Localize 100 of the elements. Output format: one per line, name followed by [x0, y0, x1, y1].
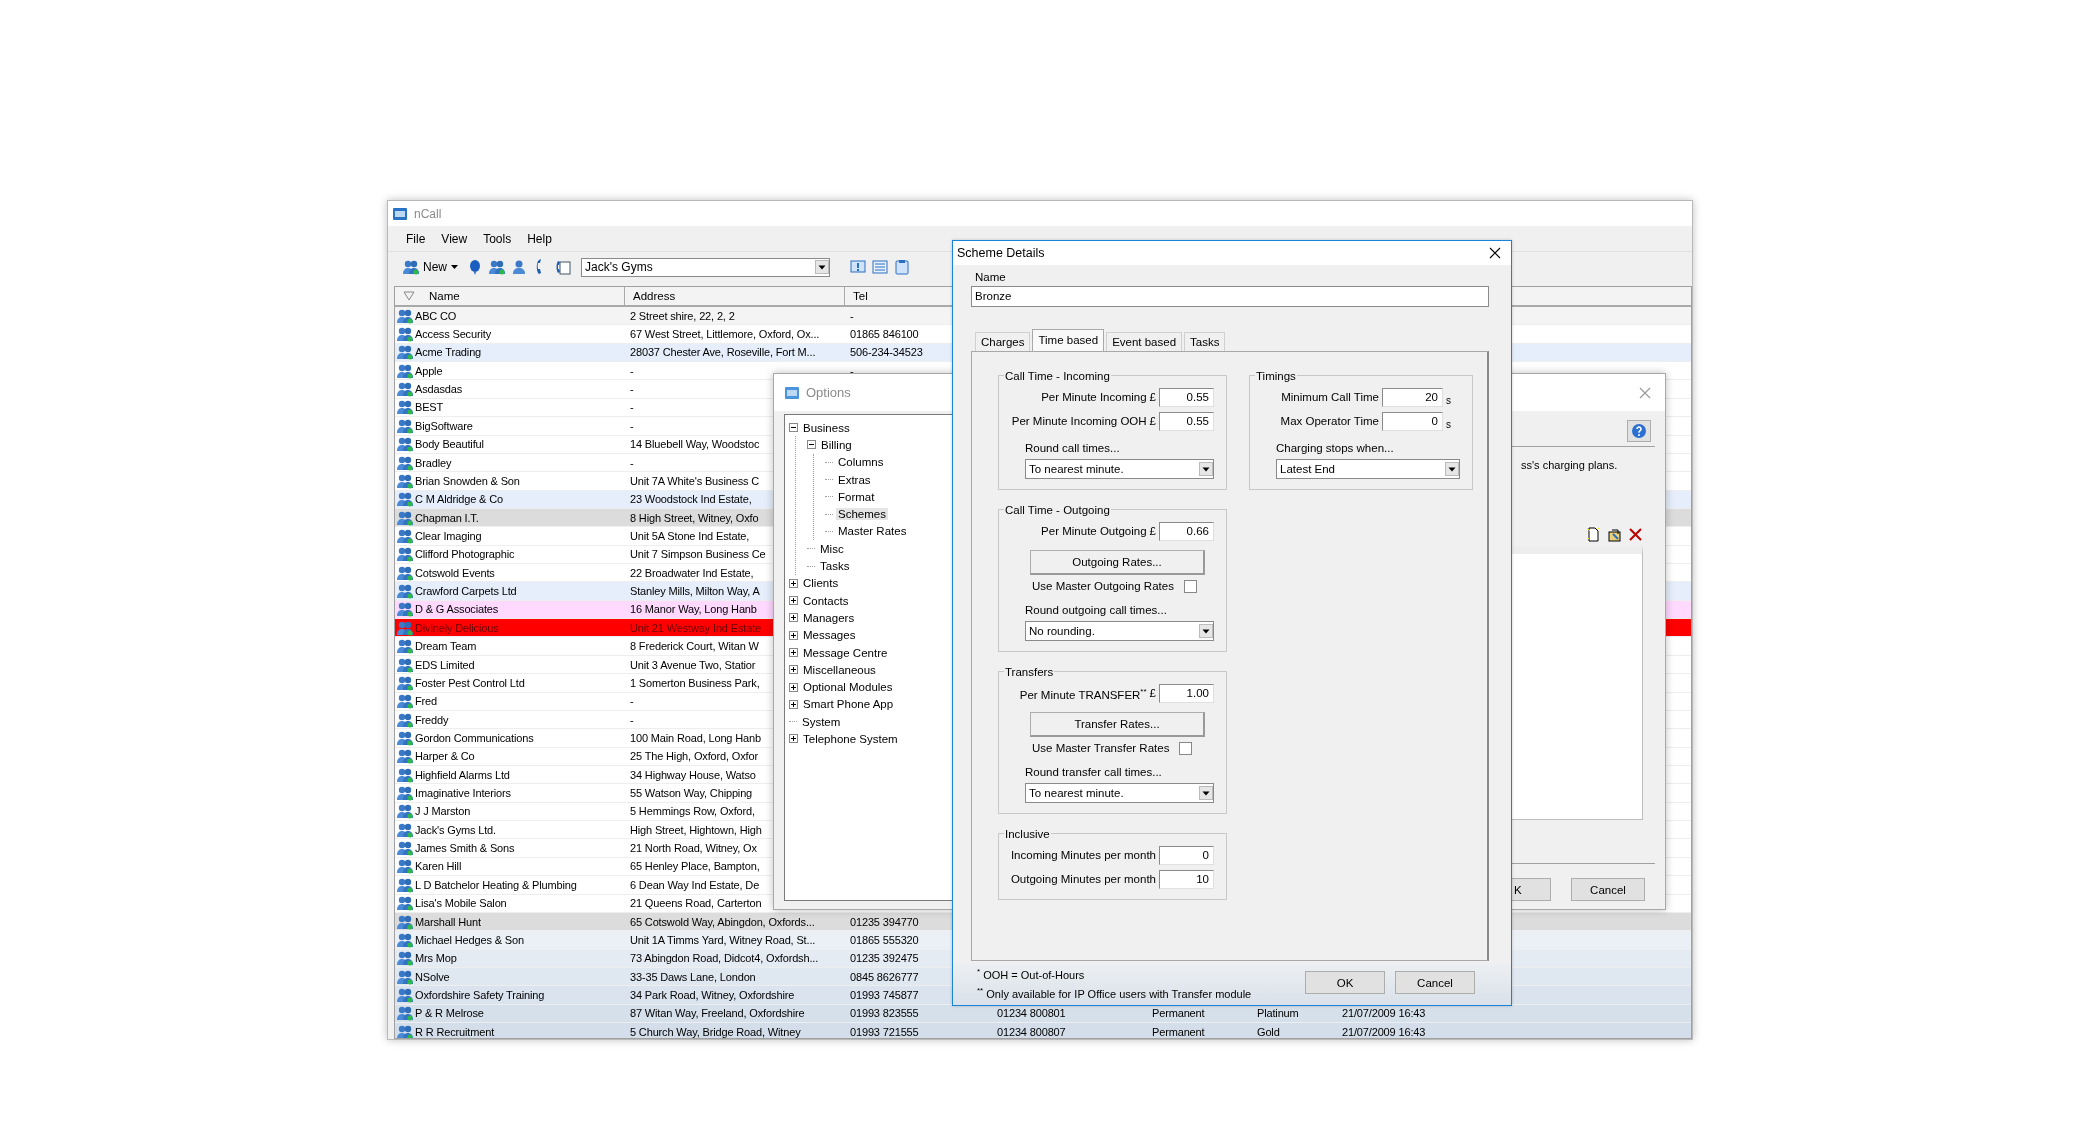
table-cell: Permanent	[1152, 1025, 1205, 1038]
table-cell: 21/07/2009 16:43	[1342, 1007, 1426, 1020]
table-cell: BigSoftware	[415, 419, 473, 432]
table-cell: 16 Manor Way, Long Hanb	[630, 603, 757, 616]
table-cell: -	[630, 456, 634, 469]
table-cell: C M Aldridge & Co	[415, 493, 503, 506]
table-cell: P & R Melrose	[415, 1007, 484, 1020]
table-cell: 21 North Road, Witney, Ox	[630, 842, 757, 855]
table-cell: Oxfordshire Safety Training	[415, 988, 545, 1001]
dialog-title: Scheme Details	[957, 245, 1045, 260]
footnote: $^{**}$ Only available for IP Office users with Transfer module	[977, 984, 1252, 1002]
table-cell: 34 Park Road, Witney, Oxfordshire	[630, 988, 795, 1001]
field-label: Charging stops when...	[1275, 441, 1395, 454]
table-cell: -	[630, 401, 634, 414]
currency-sign: £	[1149, 525, 1156, 538]
table-cell: 34 Highway House, Watso	[630, 768, 756, 781]
table-cell: 01993 745877	[850, 988, 919, 1001]
table-cell: 01234 800807	[997, 1025, 1066, 1038]
description-text: ss's charging plans.	[1520, 459, 1619, 471]
table-cell: Stanley Mills, Milton Way, A	[630, 585, 760, 598]
table-cell: Fred	[415, 695, 438, 708]
table-cell: Jack's Gyms Ltd.	[415, 823, 496, 836]
table-cell: 65 Henley Place, Bampton,	[630, 860, 760, 873]
table-cell: Chapman I.T.	[415, 511, 479, 524]
group-title: Call Time - Incoming	[1004, 369, 1111, 382]
field-label: Use Master Outgoing Rates	[1032, 580, 1174, 593]
table-cell: J J Marston	[415, 805, 471, 818]
table-cell: -	[630, 364, 634, 377]
table-cell: Highfield Alarms Ltd	[415, 768, 510, 781]
table-cell: Marshall Hunt	[415, 915, 481, 928]
field-label: Per Minute Incoming OOH	[1011, 415, 1147, 428]
table-cell: 100 Main Road, Long Hanb	[630, 731, 761, 744]
field-label: Max Operator Time	[1280, 415, 1379, 428]
table-cell: 23 Woodstock Ind Estate,	[630, 493, 752, 506]
table-cell: 25 The High, Oxford, Oxfor	[630, 750, 758, 763]
window-title: nCall	[414, 206, 442, 221]
field-label: Round outgoing call times...	[1024, 603, 1168, 616]
table-cell: James Smith & Sons	[415, 842, 515, 855]
table-cell: Unit 1A Timms Yard, Witney Road, St...	[630, 933, 816, 946]
table-cell: Harper & Co	[415, 750, 475, 763]
table-cell: Freddy	[415, 713, 449, 726]
table-cell: -	[630, 695, 634, 708]
field-label: Per Minute Outgoing	[1041, 525, 1147, 538]
field-label: Outgoing Minutes per month	[1010, 873, 1156, 886]
table-cell: Unit 7A White's Business C	[630, 474, 760, 487]
table-cell: 6 Dean Way Ind Estate, De	[630, 878, 760, 891]
table-cell: 01865 555320	[850, 933, 919, 946]
group-title: Timings	[1255, 369, 1297, 382]
table-cell: Karen Hill	[415, 860, 462, 873]
table-cell: Platinum	[1257, 1007, 1299, 1020]
table-cell: 87 Witan Way, Freeland, Oxfordshire	[630, 1007, 805, 1020]
table-cell: -	[850, 309, 854, 322]
table-cell: Lisa's Mobile Salon	[415, 897, 507, 910]
table-cell: Unit 5A Stone Ind Estate,	[630, 530, 750, 542]
table-cell: 01993 823555	[850, 1007, 919, 1020]
table-cell: Acme Trading	[415, 346, 482, 359]
table-cell: R R Recruitment	[415, 1025, 495, 1038]
field-label: Round call times...	[1024, 441, 1121, 454]
field-label: Round transfer call times...	[1024, 765, 1163, 778]
currency-sign: £	[1149, 415, 1156, 428]
table-cell: Permanent	[1152, 1007, 1205, 1020]
field-label: Name	[975, 270, 1007, 283]
table-cell: High Street, Hightown, High	[630, 823, 762, 836]
table-cell: 506-234-34523	[850, 346, 923, 359]
table-cell: 8 Frederick Court, Witan W	[630, 640, 759, 653]
table-cell: Unit 21 Westway Ind Estate	[630, 621, 762, 634]
table-cell: Asdasdas	[415, 383, 463, 396]
table-cell: 55 Watson Way, Chipping	[630, 787, 753, 799]
table-cell: 21/07/2009 16:43	[1342, 1025, 1426, 1038]
table-cell: Gold	[1257, 1025, 1280, 1038]
table-cell: 33-35 Daws Lane, London	[630, 970, 756, 983]
table-cell: 28037 Chester Ave, Roseville, Fort M...	[630, 346, 816, 359]
table-cell: 14 Bluebell Way, Woodstoc	[630, 438, 760, 451]
table-cell: BEST	[415, 401, 444, 414]
table-cell: 01993 721555	[850, 1025, 919, 1038]
group-title: Transfers	[1004, 665, 1055, 678]
field-label: Incoming Minutes per month	[1010, 849, 1156, 862]
table-cell: 5 Church Way, Bridge Road, Witney	[630, 1025, 801, 1038]
table-cell: Cotswold Events	[415, 566, 495, 579]
table-cell: Michael Hedges & Son	[415, 933, 524, 946]
table-cell: Clear Imaging	[415, 530, 482, 542]
table-cell: Apple	[415, 364, 443, 377]
table-cell: Bradley	[415, 456, 452, 469]
table-cell: Body Beautiful	[415, 438, 484, 451]
table-cell: 01235 392475	[850, 952, 919, 965]
table-cell: Gordon Communications	[415, 731, 534, 744]
group-title: Inclusive	[1004, 827, 1051, 840]
table-cell: 01234 800801	[997, 1007, 1066, 1020]
table-cell: 67 West Street, Littlemore, Oxford, Ox...	[630, 328, 820, 341]
table-cell: Divinely Delicious	[415, 621, 499, 634]
table-cell: D & G Associates	[415, 603, 499, 616]
table-cell: 01235 394770	[850, 915, 919, 928]
field-label: Use Master Transfer Rates	[1032, 742, 1170, 755]
table-cell: 65 Cotswold Way, Abingdon, Oxfords...	[630, 915, 815, 928]
group-title: Call Time - Outgoing	[1004, 503, 1111, 516]
unit-label: s	[1446, 393, 1452, 406]
table-cell: Access Security	[415, 328, 491, 341]
currency-sign: £	[1149, 687, 1156, 700]
table-cell: L D Batchelor Heating & Plumbing	[415, 878, 577, 891]
table-cell: -	[850, 364, 854, 377]
